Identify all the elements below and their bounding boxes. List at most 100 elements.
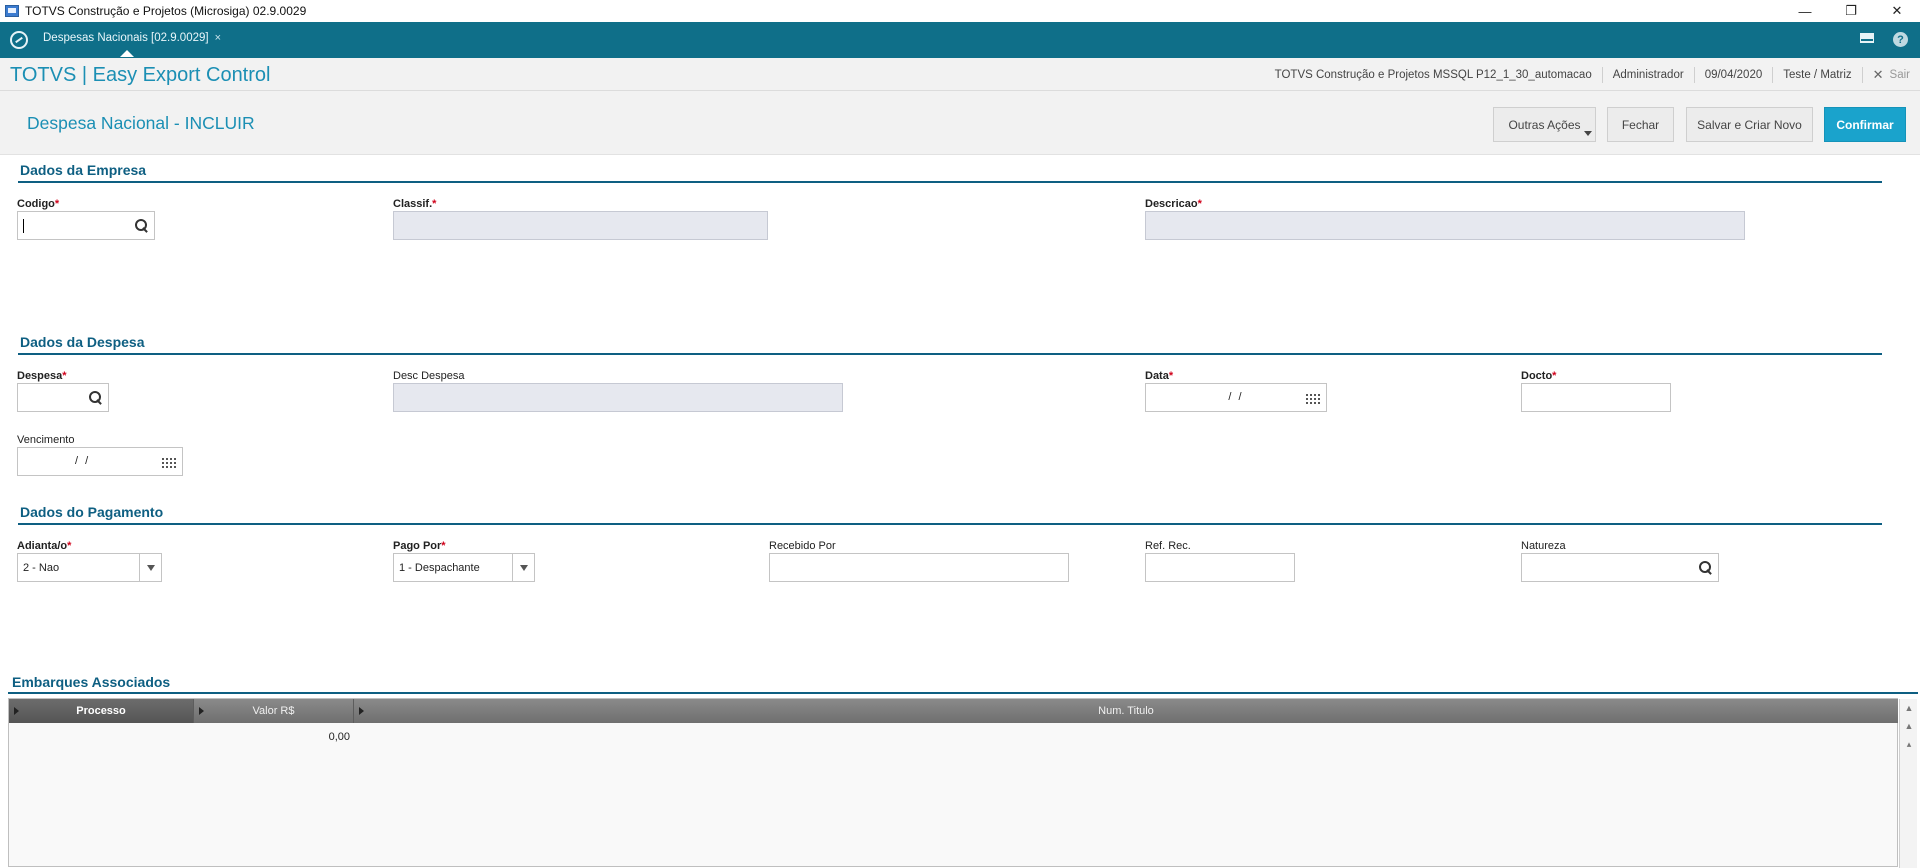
fechar-button[interactable]: Fechar (1607, 107, 1674, 142)
col-header-num-titulo-label: Num. Titulo (1098, 705, 1154, 717)
chevron-down-icon[interactable] (139, 554, 161, 581)
vencimento-value: / / (75, 455, 91, 467)
despesa-input[interactable] (17, 383, 109, 412)
calendar-icon[interactable] (1306, 392, 1320, 404)
tab-despesas-nacionais[interactable]: Despesas Nacionais [02.9.0029] × (35, 26, 232, 50)
window-title: TOTVS Construção e Projetos (Microsiga) … (25, 4, 307, 18)
codigo-label-text: Codigo (17, 198, 55, 210)
grid-divider (8, 692, 1918, 694)
adianta-label: Adianta/o* (17, 540, 71, 552)
search-icon[interactable] (135, 219, 149, 233)
pago-por-select[interactable]: 1 - Despachante (393, 553, 535, 582)
close-window-button[interactable]: ✕ (1874, 0, 1920, 22)
date-info: 09/04/2020 (1693, 66, 1773, 83)
data-input[interactable]: / / (1145, 383, 1327, 412)
desc-despesa-field (393, 383, 843, 412)
page-title: Despesa Nacional - INCLUIR (27, 113, 255, 133)
ref-rec-label: Ref. Rec. (1145, 540, 1191, 552)
text-cursor (23, 218, 24, 233)
search-icon[interactable] (1699, 561, 1713, 575)
required-mark: * (1197, 198, 1202, 210)
descricao-label-text: Descricao (1145, 198, 1198, 210)
adianta-label-text: Adianta/o (17, 540, 68, 552)
classif-label-text: Classif. (393, 198, 433, 210)
grid-scrollbar[interactable]: ▲ ▲ ▴ (1899, 699, 1917, 868)
outras-acoes-button[interactable]: Outras Ações (1493, 107, 1596, 142)
col-header-valor[interactable]: Valor R$ (194, 699, 354, 723)
natureza-input[interactable] (1521, 553, 1719, 582)
salvar-criar-novo-button[interactable]: Salvar e Criar Novo (1686, 107, 1813, 142)
app-title: TOTVS | Easy Export Control (10, 64, 271, 86)
section-dados-empresa: Dados da Empresa (20, 162, 147, 178)
tab-close-icon[interactable]: × (215, 32, 221, 44)
codigo-label: Codigo* (17, 198, 59, 210)
pago-por-label-text: Pago Por (393, 540, 442, 552)
adianta-value: 2 - Nao (23, 561, 60, 574)
section-divider (18, 181, 1882, 183)
required-mark: * (67, 540, 72, 552)
mail-icon[interactable] (1860, 33, 1874, 43)
user-info: Administrador (1601, 66, 1694, 83)
docto-label-text: Docto (1521, 370, 1553, 382)
ref-rec-input[interactable] (1145, 553, 1295, 582)
pago-por-value: 1 - Despachante (399, 561, 480, 574)
grid-title: Embarques Associados (12, 674, 171, 690)
scroll-up-small-icon[interactable]: ▴ (1904, 739, 1914, 749)
classif-field (393, 211, 768, 240)
required-mark: * (1168, 370, 1174, 382)
column-marker-icon (359, 707, 364, 715)
app-window-icon (5, 5, 19, 17)
window-titlebar: TOTVS Construção e Projetos (Microsiga) … (0, 0, 1920, 22)
docto-label: Docto* (1521, 370, 1556, 382)
classif-label: Classif.* (393, 198, 436, 210)
data-label: Data* (1145, 370, 1173, 382)
required-mark: * (1552, 370, 1557, 382)
chevron-down-icon (1584, 131, 1592, 136)
recebido-por-label: Recebido Por (769, 540, 836, 552)
descricao-label: Descricao* (1145, 198, 1202, 210)
vencimento-input[interactable]: / / (17, 447, 183, 476)
calendar-icon[interactable] (162, 456, 176, 468)
cell-valor[interactable]: 0,00 (194, 731, 350, 743)
vencimento-label: Vencimento (17, 434, 75, 446)
adianta-select[interactable]: 2 - Nao (17, 553, 162, 582)
pago-por-label: Pago Por* (393, 540, 446, 552)
section-dados-pagamento: Dados do Pagamento (20, 504, 164, 520)
required-mark: * (441, 540, 446, 552)
close-icon: ✕ (1872, 66, 1884, 82)
maximize-button[interactable]: ❐ (1828, 0, 1874, 22)
help-icon[interactable]: ? (1893, 32, 1908, 47)
home-icon[interactable] (10, 31, 28, 49)
despesa-label-text: Despesa (17, 370, 63, 382)
section-dados-despesa: Dados da Despesa (20, 334, 145, 350)
grid-header: Processo Valor R$ Num. Titulo (9, 699, 1898, 723)
required-mark: * (432, 198, 437, 210)
page-header: Despesa Nacional - INCLUIR Outras Ações … (0, 91, 1920, 155)
col-header-num-titulo[interactable]: Num. Titulo (354, 699, 1898, 723)
section-divider (18, 523, 1882, 525)
chevron-down-icon[interactable] (512, 554, 534, 581)
embarques-grid[interactable]: Processo Valor R$ Num. Titulo 0,00 ▲ ▲ ▴ (8, 698, 1917, 868)
tab-label: Despesas Nacionais [02.9.0029] (43, 32, 209, 44)
descricao-field (1145, 211, 1745, 240)
col-header-processo[interactable]: Processo (9, 699, 194, 723)
codigo-input[interactable] (17, 211, 155, 240)
active-tab-indicator (120, 50, 134, 57)
confirmar-button[interactable]: Confirmar (1824, 107, 1906, 142)
column-marker-icon (199, 707, 204, 715)
data-value: / / (1228, 391, 1244, 403)
recebido-por-input[interactable] (769, 553, 1069, 582)
scroll-up-icon[interactable]: ▲ (1904, 721, 1914, 731)
docto-input[interactable] (1521, 383, 1671, 412)
data-label-text: Data (1145, 370, 1169, 382)
required-mark: * (54, 198, 60, 210)
app-header: TOTVS | Easy Export Control TOTVS Constr… (0, 58, 1920, 91)
outras-acoes-label: Outras Ações (1508, 117, 1581, 132)
col-header-valor-label: Valor R$ (252, 705, 295, 717)
minimize-button[interactable]: — (1782, 0, 1828, 22)
search-icon[interactable] (89, 391, 103, 405)
scroll-top-icon[interactable]: ▲ (1904, 703, 1914, 713)
tab-bar: Despesas Nacionais [02.9.0029] × ? (0, 22, 1920, 58)
logout-button[interactable]: ✕ Sair (1861, 66, 1920, 83)
natureza-label: Natureza (1521, 540, 1566, 552)
